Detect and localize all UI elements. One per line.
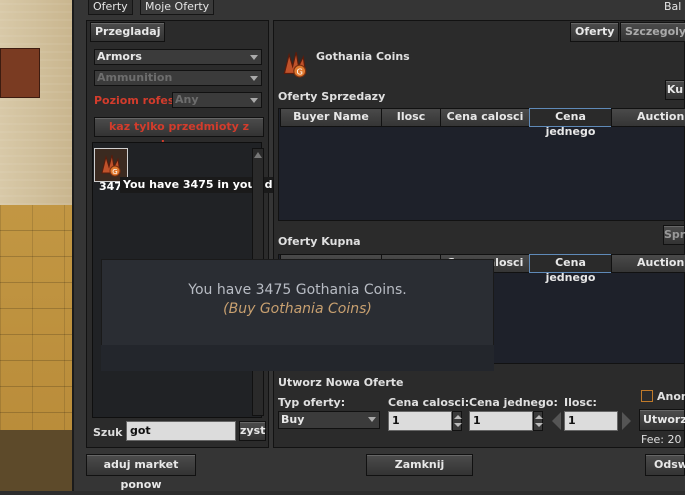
clear-search-button[interactable]: zyst (239, 421, 266, 441)
anonymous-checkbox[interactable] (641, 390, 653, 402)
total-price-label: Cena calosci: (388, 396, 470, 409)
create-offer-title: Utworz Nowa Oferte (278, 376, 404, 389)
create-offer-button[interactable]: Utworz (639, 409, 685, 431)
game-background-wood (0, 0, 78, 205)
chevron-down-icon (250, 76, 258, 81)
tab-my-offers[interactable]: Moje Oferty (140, 0, 215, 15)
col-unit-price[interactable]: Cena jednego (529, 108, 612, 138)
col-auction-end[interactable]: Auction E (611, 254, 685, 273)
amount-decrease-icon[interactable] (552, 412, 561, 430)
scroll-up-icon[interactable] (254, 150, 262, 158)
item-count: 347 (99, 180, 122, 193)
top-tabbar: Oferty Moje Oferty Bal (88, 0, 685, 15)
chevron-down-icon (368, 417, 376, 422)
profession-level-label: Poziom rofesi (94, 94, 179, 107)
col-total-price[interactable]: Cena calosci (440, 108, 530, 127)
offer-type-label: Typ oferty: (278, 396, 346, 409)
tab-details[interactable]: Szczegoly (620, 22, 685, 42)
coins-balance-message: You have 3475 Gothania Coins. (188, 282, 407, 298)
tab-offers[interactable]: Oferty (88, 0, 133, 15)
sell-button[interactable]: Ku (665, 80, 685, 100)
buy-side-button[interactable]: Sprz (663, 225, 685, 245)
overlay-footer (101, 345, 494, 371)
col-unit-price[interactable]: Cena jednego (529, 254, 612, 284)
category-select[interactable]: Armors (94, 49, 262, 65)
svg-text:G: G (297, 67, 303, 77)
amount-input[interactable]: 1 (564, 411, 618, 431)
subcategory-select[interactable]: Ammunition (94, 70, 262, 86)
svg-text:G: G (112, 168, 117, 176)
game-background-crate (0, 48, 40, 98)
level-select-value: Any (175, 93, 199, 106)
chevron-down-icon (250, 55, 258, 60)
offer-type-value: Buy (281, 413, 305, 426)
gothania-coin-icon: G (283, 52, 307, 78)
unit-price-stepper[interactable] (533, 411, 543, 431)
refresh-right-button[interactable]: Odsw (645, 454, 685, 476)
unit-price-label: Cena jednego: (469, 396, 558, 409)
category-select-value: Armors (97, 50, 142, 63)
refresh-market-button[interactable]: aduj market ponow (86, 454, 196, 491)
search-label: Szuk (93, 426, 123, 439)
tab-browse[interactable]: Przegladaj (90, 22, 166, 42)
sell-offers-title: Oferty Sprzedazy (278, 90, 386, 103)
subcategory-select-value: Ammunition (97, 71, 173, 84)
total-price-stepper[interactable] (452, 411, 462, 431)
buy-offers-title: Oferty Kupna (278, 235, 361, 248)
amount-label: Ilosc: (564, 396, 597, 409)
amount-increase-icon[interactable] (622, 412, 631, 430)
tab-offers-detail[interactable]: Oferty (570, 22, 620, 42)
balance-label: Bal (664, 0, 682, 13)
search-input[interactable]: got (126, 421, 236, 441)
gothania-coin-icon: G (101, 154, 121, 177)
buy-coins-link[interactable]: (Buy Gothania Coins) (102, 301, 493, 317)
level-select[interactable]: Any (172, 92, 262, 108)
depot-only-toggle[interactable]: kaz tylko przedmioty z depozy (94, 117, 264, 151)
col-amount[interactable]: Ilosc (381, 108, 441, 127)
unit-price-input[interactable]: 1 (469, 411, 533, 431)
col-auction-end[interactable]: Auction E (611, 108, 685, 127)
close-button[interactable]: Zamknij (366, 454, 473, 476)
chevron-down-icon (250, 98, 258, 103)
selected-item-name: Gothania Coins (316, 50, 410, 63)
fee-label: Fee: 20 (641, 433, 682, 446)
offer-type-select[interactable]: Buy (278, 411, 380, 429)
anonymous-label: Anon (657, 390, 685, 403)
col-buyer-name[interactable]: Buyer Name (280, 108, 382, 127)
total-price-input[interactable]: 1 (388, 411, 452, 431)
